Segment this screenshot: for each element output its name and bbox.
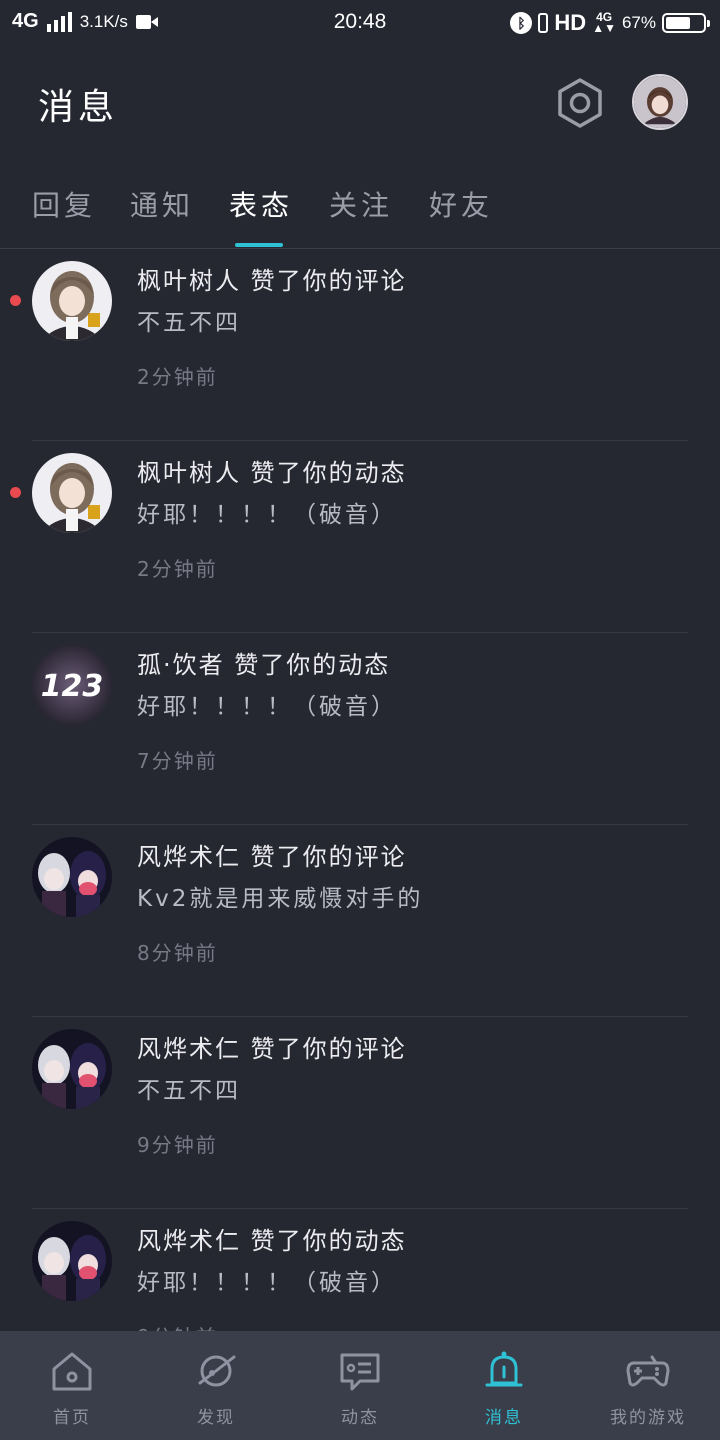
bluetooth-icon: ᛒ [510, 12, 533, 34]
notification-content[interactable]: 不五不四 [137, 1071, 241, 1105]
hd-indicator: HD [554, 10, 587, 35]
notification-content[interactable]: Kv2就是用来威慑对手的 [137, 879, 423, 913]
notification-time: 8分钟前 [137, 941, 218, 965]
status-bar: 4G 3.1K/s 20:48 ᛒ HD 4G ▲▼ 67% [0, 0, 720, 48]
list-item[interactable]: 枫叶树人 赞了你的评论 不五不四 2分钟前 [0, 249, 720, 441]
discover-icon [198, 1355, 236, 1387]
battery-percent: 67% [621, 13, 656, 32]
page-title: 消息 [38, 87, 119, 128]
user-avatar[interactable] [32, 1029, 112, 1109]
tab-replies[interactable]: 回复 [32, 184, 96, 224]
123-avatar-image: 123 [32, 645, 112, 725]
active-tab-indicator [235, 243, 283, 247]
anime-girl-avatar-image [32, 453, 112, 533]
unread-dot [10, 295, 21, 306]
list-item[interactable]: 风烨术仁 赞了你的评论 Kv2就是用来威慑对手的 8分钟前 [0, 825, 720, 1017]
user-avatar[interactable] [32, 837, 112, 917]
bell-icon [485, 1351, 523, 1387]
avatar-123-text: 123 [41, 669, 104, 704]
nav-messages[interactable]: 消息 [432, 1331, 576, 1440]
notification-time: 2分钟前 [137, 557, 218, 581]
duo-avatar-image [32, 1221, 112, 1301]
mobile-data-label: 4G [596, 10, 613, 24]
notification-list: 枫叶树人 赞了你的评论 不五不四 2分钟前 枫叶树人 赞了你的动态 好耶！！！！… [0, 249, 720, 1331]
list-item[interactable]: 风烨术仁 赞了你的评论 不五不四 9分钟前 [0, 1017, 720, 1209]
tab-friends[interactable]: 好友 [429, 184, 493, 224]
tab-reactions[interactable]: 表态 [229, 184, 293, 224]
nav-label: 首页 [53, 1408, 91, 1428]
message-tabs: 回复 通知 表态 关注 好友 [0, 178, 720, 248]
nav-label: 消息 [485, 1408, 523, 1428]
list-item[interactable]: 123 孤·饮者 赞了你的动态 好耶！！！！（破音） 7分钟前 [0, 633, 720, 825]
notification-time: 9分钟前 [137, 1133, 218, 1157]
user-avatar[interactable] [32, 453, 112, 533]
notification-content[interactable]: 不五不四 [137, 303, 241, 337]
notification-title: 风烨术仁 赞了你的动态 [137, 1227, 407, 1255]
battery-icon [662, 13, 710, 33]
list-item[interactable]: 枫叶树人 赞了你的动态 好耶！！！！（破音） 2分钟前 [0, 441, 720, 633]
home-icon [52, 1352, 92, 1391]
profile-avatar-image [634, 76, 686, 128]
vibrate-icon [538, 13, 549, 33]
nav-discover[interactable]: 发现 [144, 1331, 288, 1440]
notification-title: 枫叶树人 赞了你的评论 [137, 267, 407, 295]
duo-avatar-image [32, 837, 112, 917]
unread-dot [10, 487, 21, 498]
user-avatar[interactable] [32, 1221, 112, 1301]
mobile-data-icon: 4G ▲▼ [592, 10, 616, 35]
settings-icon [558, 78, 602, 128]
profile-avatar[interactable] [632, 74, 688, 130]
user-avatar[interactable]: 123 [32, 645, 112, 725]
notification-time: 2分钟前 [137, 365, 218, 389]
nav-my-games[interactable]: 我的游戏 [576, 1331, 720, 1440]
notification-title: 枫叶树人 赞了你的动态 [137, 459, 407, 487]
user-avatar[interactable] [32, 261, 112, 341]
nav-label: 发现 [197, 1408, 235, 1428]
list-item[interactable]: 风烨术仁 赞了你的动态 好耶！！！！（破音） 9分钟前 [0, 1209, 720, 1331]
notification-time: 9分钟前 [137, 1321, 218, 1331]
anime-girl-avatar-image [32, 261, 112, 341]
feed-icon [340, 1353, 380, 1391]
bottom-nav: 首页 发现 动态 消息 我的游戏 [0, 1331, 720, 1440]
nav-home[interactable]: 首页 [0, 1331, 144, 1440]
duo-avatar-image [32, 1029, 112, 1109]
tab-notifications[interactable]: 通知 [130, 184, 194, 224]
notification-content[interactable]: 好耶！！！！（破音） [137, 687, 397, 721]
nav-feed[interactable]: 动态 [288, 1331, 432, 1440]
gamepad-icon [626, 1355, 670, 1387]
notification-content[interactable]: 好耶！！！！（破音） [137, 495, 397, 529]
nav-label: 我的游戏 [610, 1408, 686, 1428]
tab-follows[interactable]: 关注 [329, 184, 393, 224]
notification-time: 7分钟前 [137, 749, 218, 773]
notification-title: 风烨术仁 赞了你的评论 [137, 1035, 407, 1063]
notification-content[interactable]: 好耶！！！！（破音） [137, 1263, 397, 1297]
nav-label: 动态 [341, 1408, 379, 1428]
notification-title: 孤·饮者 赞了你的动态 [137, 651, 391, 679]
notification-title: 风烨术仁 赞了你的评论 [137, 843, 407, 871]
settings-button[interactable] [553, 76, 607, 130]
